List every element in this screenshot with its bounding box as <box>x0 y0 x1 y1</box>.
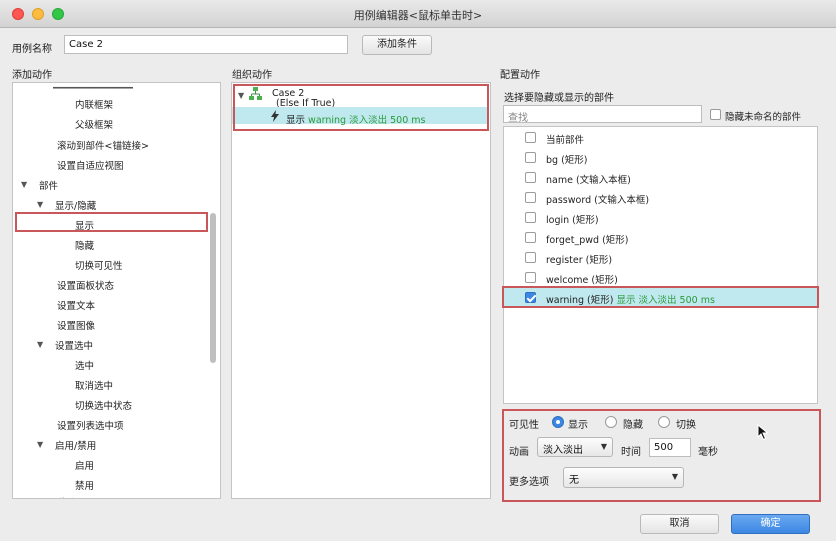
tree-item-set-panel-state[interactable]: 设置面板状态 <box>57 278 114 292</box>
ok-button[interactable]: 确定 <box>731 514 810 534</box>
expand-arrow-icon[interactable]: ▼ <box>21 180 27 189</box>
cancel-button[interactable]: 取消 <box>640 514 719 534</box>
tree-item-hide[interactable]: 隐藏 <box>75 238 94 252</box>
widget-item[interactable]: name (文输入本框) <box>546 172 631 186</box>
tree-item-toggle-selected[interactable]: 切换选中状态 <box>75 398 132 412</box>
widget-checkbox[interactable] <box>525 152 536 163</box>
widget-list-panel[interactable]: 当前部件 bg (矩形) name (文输入本框) password (文输入本… <box>503 126 818 404</box>
tree-item-select[interactable]: 选中 <box>75 358 94 372</box>
tree-item-inline-frame[interactable]: 内联框架 <box>75 97 113 111</box>
widget-checkbox[interactable] <box>525 192 536 203</box>
add-condition-button[interactable]: 添加条件 <box>362 35 432 55</box>
mouse-cursor-icon <box>757 423 769 444</box>
annotation-box-config <box>502 409 821 502</box>
tree-item-set-image[interactable]: 设置图像 <box>57 318 95 332</box>
window-title: 用例编辑器<鼠标单击时> <box>353 9 483 22</box>
annotation-box-warning <box>502 286 819 308</box>
widget-checkbox[interactable] <box>525 252 536 263</box>
widget-item[interactable]: login (矩形) <box>546 212 599 226</box>
tree-item-toggle-visibility[interactable]: 切换可见性 <box>75 258 123 272</box>
configure-action-heading: 配置动作 <box>500 70 540 81</box>
hide-unnamed-checkbox[interactable] <box>710 109 721 120</box>
add-action-heading: 添加动作 <box>12 70 52 81</box>
widget-checkbox[interactable] <box>525 172 536 183</box>
case-name-label: 用例名称 <box>12 44 52 55</box>
widget-item[interactable]: welcome (矩形) <box>546 272 618 286</box>
tree-item-move[interactable]: 移动 <box>57 495 76 498</box>
expand-arrow-icon[interactable]: ▼ <box>37 340 43 349</box>
organize-actions-panel[interactable]: ▼ Case 2 (Else If True) 显示 warning 淡入淡出 … <box>231 82 491 499</box>
widget-item[interactable]: 当前部件 <box>546 132 584 146</box>
tree-item-scroll-to-widget[interactable]: 滚动到部件<锚链接> <box>57 138 149 152</box>
tree-item-set-list-selected[interactable]: 设置列表选中项 <box>57 418 124 432</box>
choose-widgets-label: 选择要隐藏或显示的部件 <box>504 93 614 104</box>
expand-arrow-icon[interactable]: ▼ <box>37 440 43 449</box>
widget-item[interactable]: bg (矩形) <box>546 152 588 166</box>
tree-item-widgets[interactable]: 部件 <box>39 178 58 192</box>
widget-item[interactable]: register (矩形) <box>546 252 612 266</box>
tree-scrollbar[interactable] <box>210 213 216 363</box>
tree-item-parent-frame[interactable]: 父级框架 <box>75 117 113 131</box>
tree-item-disable[interactable]: 禁用 <box>75 478 94 492</box>
tree-item-enable-disable[interactable]: 启用/禁用 <box>55 438 96 452</box>
hide-unnamed-label: 隐藏未命名的部件 <box>725 112 802 123</box>
tree-item-unselect[interactable]: 取消选中 <box>75 378 113 392</box>
widget-item[interactable]: password (文输入本框) <box>546 192 649 206</box>
organize-action-heading: 组织动作 <box>232 70 272 81</box>
widget-item[interactable]: forget_pwd (矩形) <box>546 232 629 246</box>
widget-checkbox[interactable] <box>525 272 536 283</box>
tree-item-set-text[interactable]: 设置文本 <box>57 298 95 312</box>
tree-item-show-hide[interactable]: 显示/隐藏 <box>55 198 96 212</box>
case-name-input[interactable]: Case 2 <box>64 35 348 54</box>
tree-item-cut: ━━━━━━━━━━━━━━ <box>53 83 134 89</box>
title-bar: 用例编辑器<鼠标单击时> <box>0 0 836 28</box>
expand-arrow-icon[interactable]: ▼ <box>37 200 43 209</box>
widget-checkbox[interactable] <box>525 212 536 223</box>
action-tree-panel[interactable]: ━━━━━━━━━━━━━━ 内联框架 父级框架 滚动到部件<锚链接> 设置自适… <box>12 82 221 499</box>
tree-item-set-selected[interactable]: 设置选中 <box>55 338 93 352</box>
widget-checkbox[interactable] <box>525 232 536 243</box>
annotation-box-case <box>233 84 489 131</box>
tree-item-enable[interactable]: 启用 <box>75 458 94 472</box>
tree-item-set-adaptive-view[interactable]: 设置自适应视图 <box>57 158 124 172</box>
widget-search-input[interactable]: 查找 <box>503 105 702 124</box>
widget-checkbox[interactable] <box>525 132 536 143</box>
annotation-box-show <box>15 212 208 232</box>
